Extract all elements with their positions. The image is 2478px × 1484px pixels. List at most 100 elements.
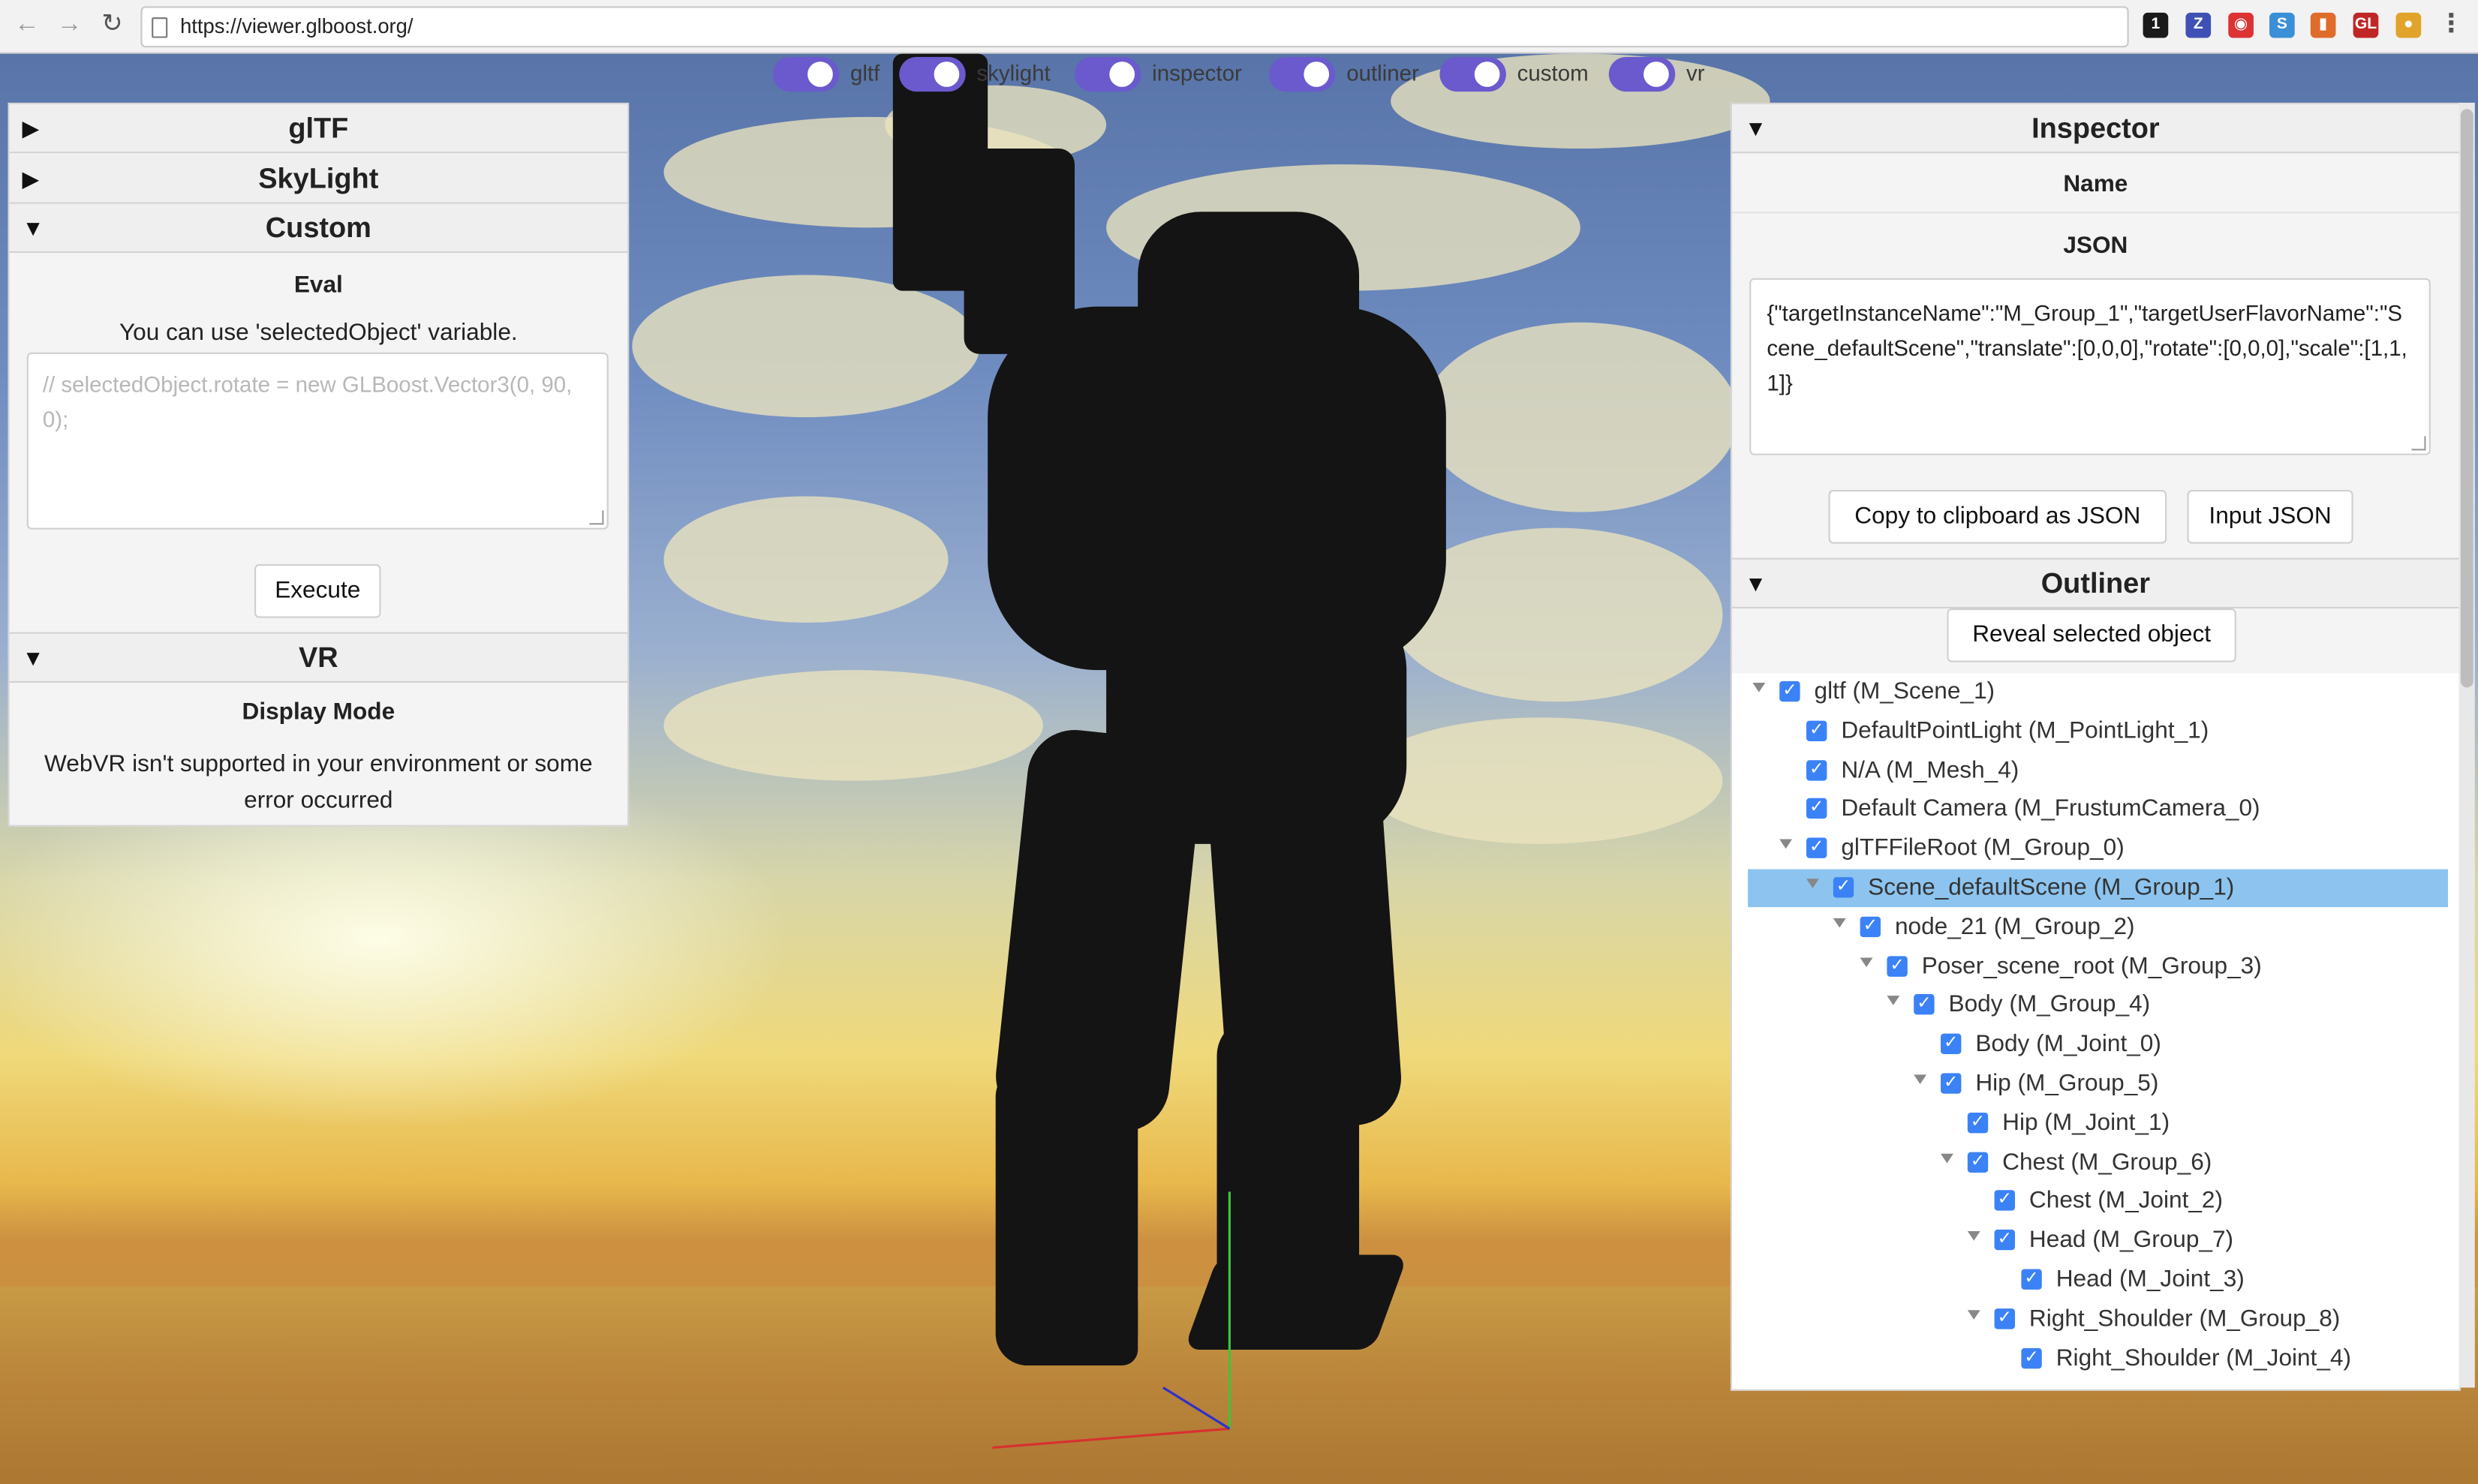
input-json-button[interactable]: Input JSON xyxy=(2187,490,2353,544)
eval-code-input[interactable]: // selectedObject.rotate = new GLBoost.V… xyxy=(26,352,609,530)
tree-row-label[interactable]: Hip (M_Group_5) xyxy=(1975,1070,2158,1097)
visibility-checkbox[interactable]: ✓ xyxy=(1806,759,1827,780)
visibility-checkbox[interactable]: ✓ xyxy=(1887,955,1908,976)
arrow-right-icon[interactable]: → xyxy=(52,8,86,43)
execute-button[interactable]: Execute xyxy=(254,564,381,618)
toggle-track[interactable] xyxy=(1439,56,1506,92)
chrome-extension-icon[interactable]: ● xyxy=(2395,12,2422,38)
reveal-selected-button[interactable]: Reveal selected object xyxy=(1947,608,2236,662)
url-text[interactable]: https://viewer.glboost.org/ xyxy=(180,8,413,47)
z-extension-icon[interactable]: Z xyxy=(2185,12,2212,38)
chevron-down-icon[interactable] xyxy=(1806,879,1819,888)
office-extension-icon[interactable]: ▮ xyxy=(2310,12,2336,38)
tree-row-label[interactable]: Default Camera (M_FrustumCamera_0) xyxy=(1841,795,2260,822)
tree-row[interactable]: ✓ Body (M_Group_4) xyxy=(1748,987,2448,1025)
tree-row[interactable]: ✓ node_21 (M_Group_2) xyxy=(1748,909,2448,947)
shield-extension-icon[interactable]: ◉ xyxy=(2228,12,2254,38)
tree-row[interactable]: ✓ DefaultPointLight (M_PointLight_1) xyxy=(1748,713,2448,751)
toggle-knob[interactable] xyxy=(934,62,960,87)
tree-row-label[interactable]: Body (M_Joint_0) xyxy=(1975,1031,2161,1058)
tree-row[interactable]: ✓ Default Camera (M_FrustumCamera_0) xyxy=(1748,791,2448,829)
tree-row[interactable]: ✓ Right_Shoulder (M_Group_8) xyxy=(1748,1300,2448,1338)
visibility-checkbox[interactable]: ✓ xyxy=(1994,1230,2015,1251)
visibility-checkbox[interactable]: ✓ xyxy=(2021,1347,2042,1368)
visibility-checkbox[interactable]: ✓ xyxy=(1806,837,1827,859)
visibility-checkbox[interactable]: ✓ xyxy=(1806,720,1827,741)
visibility-checkbox[interactable]: ✓ xyxy=(2021,1269,2042,1290)
visibility-checkbox[interactable]: ✓ xyxy=(1967,1112,1989,1133)
tree-row-label[interactable]: Chest (M_Joint_2) xyxy=(2029,1188,2223,1215)
visibility-checkbox[interactable]: ✓ xyxy=(1941,1073,1962,1094)
s-extension-icon[interactable]: S xyxy=(2269,12,2295,38)
resize-grip-icon[interactable] xyxy=(2411,436,2426,451)
custom-section-header[interactable]: ▼ Custom xyxy=(9,203,628,254)
tree-row-label[interactable]: node_21 (M_Group_2) xyxy=(1895,913,2135,940)
toggle-track[interactable] xyxy=(899,56,966,92)
tree-row-label[interactable]: Right_Shoulder (M_Group_8) xyxy=(2029,1305,2340,1332)
toggle-track[interactable] xyxy=(1269,56,1336,92)
visibility-checkbox[interactable]: ✓ xyxy=(1994,1191,2015,1212)
skylight-section-header[interactable]: ▶ SkyLight xyxy=(9,155,628,204)
visibility-checkbox[interactable]: ✓ xyxy=(1806,798,1827,819)
1password-icon[interactable]: 1 xyxy=(2143,12,2169,38)
copy-json-button[interactable]: Copy to clipboard as JSON xyxy=(1828,490,2167,544)
tree-row-label[interactable]: Right_Shoulder (M_Joint_4) xyxy=(2056,1344,2351,1371)
visibility-checkbox[interactable]: ✓ xyxy=(1994,1308,2015,1329)
outliner-section-header[interactable]: ▼ Outliner xyxy=(1732,557,2459,609)
chevron-down-icon[interactable] xyxy=(1833,918,1846,928)
scrollbar-thumb[interactable] xyxy=(2460,109,2473,688)
right-panel-scrollbar[interactable] xyxy=(2458,102,2475,1388)
tree-row[interactable]: ✓ Right_Shoulder (M_Joint_4) xyxy=(1748,1339,2448,1377)
tree-row-label[interactable]: DefaultPointLight (M_PointLight_1) xyxy=(1841,717,2209,744)
toggle-knob[interactable] xyxy=(1109,62,1135,87)
tree-row-label[interactable]: N/A (M_Mesh_4) xyxy=(1841,756,2019,783)
visibility-checkbox[interactable]: ✓ xyxy=(1860,916,1881,937)
tree-row[interactable]: ✓ Head (M_Group_7) xyxy=(1748,1222,2448,1260)
chevron-down-icon[interactable] xyxy=(1752,683,1766,692)
visibility-checkbox[interactable]: ✓ xyxy=(1941,1034,1962,1055)
gltf-section-header[interactable]: ▶ glTF xyxy=(9,104,628,154)
tree-row[interactable]: ✓ Head (M_Joint_3) xyxy=(1748,1261,2448,1299)
toggle-knob[interactable] xyxy=(1474,62,1500,87)
inspector-json-field[interactable]: {"targetInstanceName":"M_Group_1","targe… xyxy=(1749,278,2431,455)
toggle-track[interactable] xyxy=(1608,56,1676,92)
chevron-down-icon[interactable] xyxy=(1941,1152,1953,1163)
tree-row[interactable]: ✓ Chest (M_Group_6) xyxy=(1748,1143,2448,1182)
toggle-track[interactable] xyxy=(1074,56,1141,92)
chevron-down-icon[interactable] xyxy=(1779,839,1793,849)
tree-row[interactable]: ✓ Body (M_Joint_0) xyxy=(1748,1026,2448,1065)
tree-row[interactable]: ✓ Scene_defaultScene (M_Group_1) xyxy=(1748,869,2448,908)
inspector-section-header[interactable]: ▼ Inspector xyxy=(1732,104,2459,154)
arrow-left-icon[interactable]: ← xyxy=(10,8,44,43)
more-vertical-icon[interactable]: ⋮ xyxy=(2434,8,2468,43)
tree-row-label[interactable]: Scene_defaultScene (M_Group_1) xyxy=(1868,874,2234,901)
inspector-json-value[interactable]: {"targetInstanceName":"M_Group_1","targe… xyxy=(1767,300,2407,395)
tree-row[interactable]: ✓ Chest (M_Joint_2) xyxy=(1748,1182,2448,1221)
toggle-knob[interactable] xyxy=(807,62,833,87)
tree-row[interactable]: ✓ gltf (M_Scene_1) xyxy=(1748,673,2448,711)
tree-row[interactable]: ✓ Hip (M_Group_5) xyxy=(1748,1065,2448,1104)
visibility-checkbox[interactable]: ✓ xyxy=(1914,994,1935,1016)
vr-section-header[interactable]: ▼ VR xyxy=(9,632,628,683)
visibility-checkbox[interactable]: ✓ xyxy=(1967,1151,1989,1173)
tree-row[interactable]: ✓ Hip (M_Joint_1) xyxy=(1748,1104,2448,1143)
chevron-down-icon[interactable] xyxy=(1914,1074,1927,1085)
gl-extension-icon[interactable]: GL xyxy=(2353,12,2379,38)
tree-row-label[interactable]: glTFFileRoot (M_Group_0) xyxy=(1841,835,2124,862)
tree-row-label[interactable]: Head (M_Joint_3) xyxy=(2056,1266,2245,1293)
toggle-knob[interactable] xyxy=(1304,62,1330,87)
chevron-down-icon[interactable] xyxy=(1967,1309,1980,1320)
resize-grip-icon[interactable] xyxy=(589,510,604,525)
tree-row[interactable]: ✓ glTFFileRoot (M_Group_0) xyxy=(1748,830,2448,868)
toggle-track[interactable] xyxy=(772,56,840,92)
reload-icon[interactable]: ↻ xyxy=(95,8,129,43)
outliner-tree[interactable]: ✓ gltf (M_Scene_1) ✓ DefaultPointLight (M_P… xyxy=(1732,673,2459,1389)
tree-row[interactable]: ✓ Poser_scene_root (M_Group_3) xyxy=(1748,948,2448,986)
visibility-checkbox[interactable]: ✓ xyxy=(1779,680,1800,702)
tree-row-label[interactable]: Poser_scene_root (M_Group_3) xyxy=(1922,952,2262,979)
tree-row-label[interactable]: Chest (M_Group_6) xyxy=(2002,1149,2212,1176)
toggle-knob[interactable] xyxy=(1643,62,1669,87)
tree-row-label[interactable]: Hip (M_Joint_1) xyxy=(2002,1109,2170,1136)
visibility-checkbox[interactable]: ✓ xyxy=(1833,877,1854,898)
tree-row-label[interactable]: Body (M_Group_4) xyxy=(1949,992,2151,1019)
